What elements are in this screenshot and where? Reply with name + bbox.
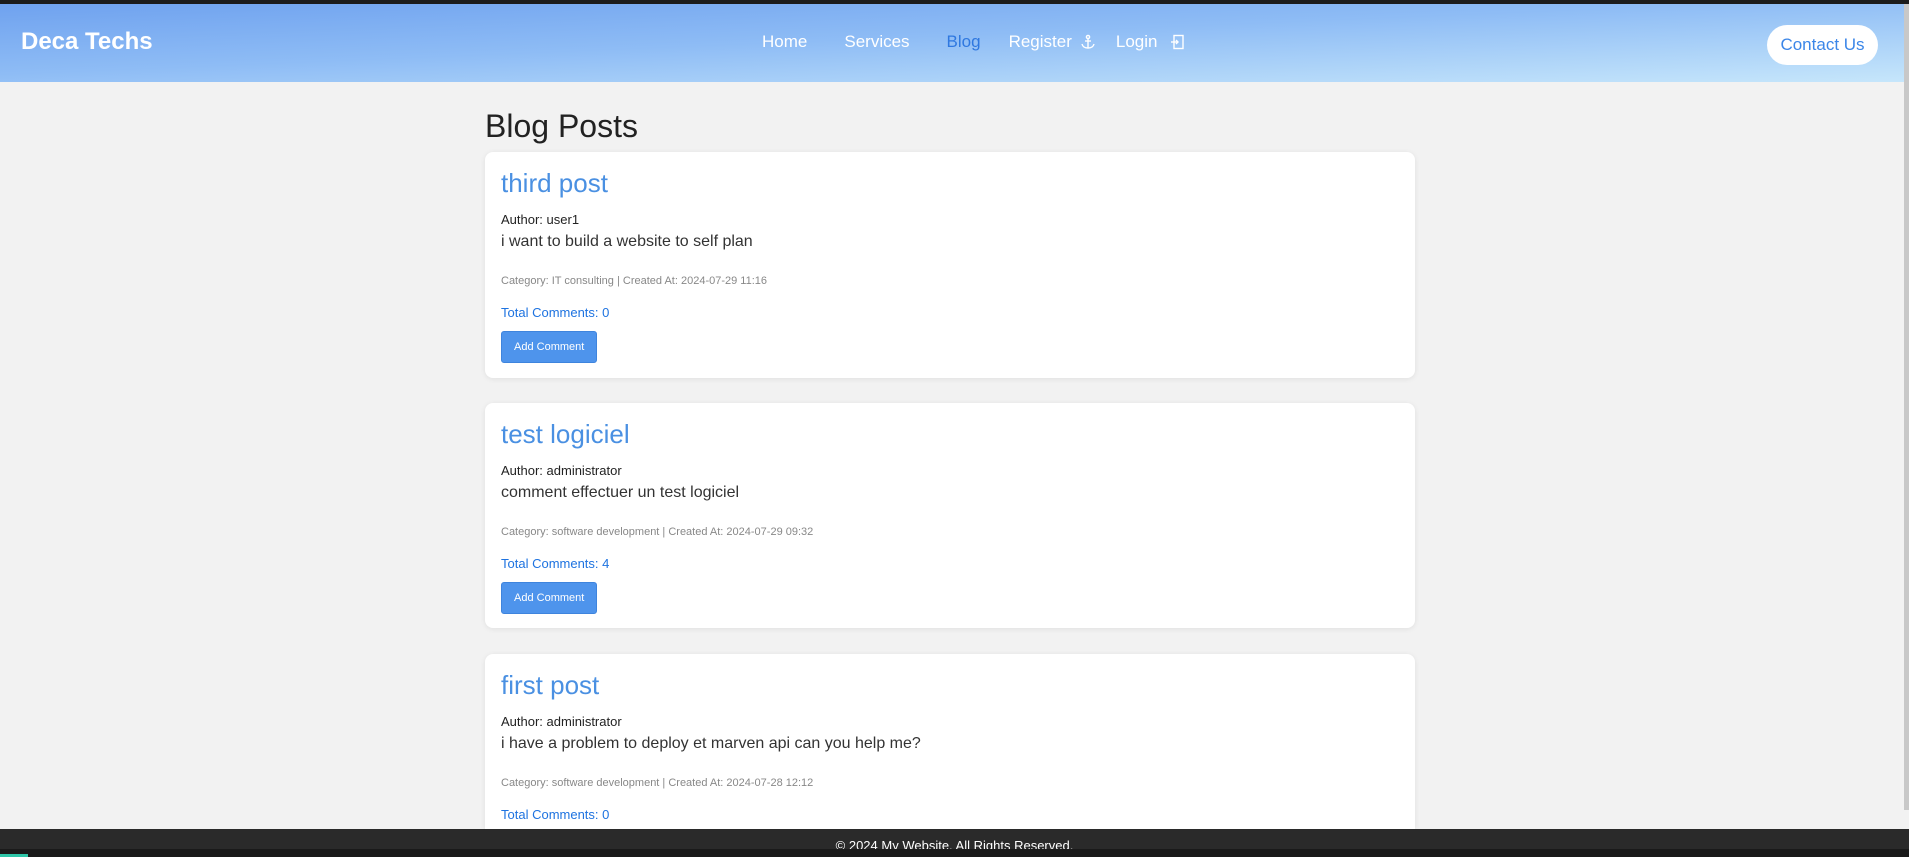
add-comment-button[interactable]: Add Comment xyxy=(501,582,598,614)
main-nav: Home Services Blog Register Login xyxy=(762,32,1186,52)
post-meta: Category: IT consulting | Created At: 20… xyxy=(501,275,768,287)
nav-register-link[interactable]: Register xyxy=(1009,32,1096,52)
post-content: i want to build a website to self plan xyxy=(501,233,753,250)
anchor-icon xyxy=(1081,34,1095,49)
post-author: Author: user1 xyxy=(501,212,580,227)
post-title-link[interactable]: third post xyxy=(501,168,1399,198)
nav-services-link[interactable]: Services xyxy=(844,32,909,52)
post-author: Author: administrator xyxy=(501,714,622,729)
navbar: Deca Techs Home Services Blog Register L… xyxy=(0,4,1904,82)
os-taskbar xyxy=(0,849,1909,857)
post-comments-count[interactable]: Total Comments: 0 xyxy=(501,305,1399,320)
nav-home-link[interactable]: Home xyxy=(762,32,807,52)
post-content: comment effectuer un test logiciel xyxy=(501,484,740,501)
page-scrollbar[interactable] xyxy=(1904,4,1909,810)
post-meta: Category: software development | Created… xyxy=(501,777,814,789)
post-meta: Category: software development | Created… xyxy=(501,526,814,538)
add-comment-button[interactable]: Add Comment xyxy=(501,331,598,363)
post-author: Author: administrator xyxy=(501,463,622,478)
brand-logo[interactable]: Deca Techs xyxy=(21,28,153,56)
login-door-icon xyxy=(1170,34,1184,50)
post-content: i have a problem to deploy et marven api… xyxy=(501,735,921,752)
blog-post-card: first post Author: administrator i have … xyxy=(485,654,1415,829)
post-comments-count[interactable]: Total Comments: 4 xyxy=(501,556,1399,571)
post-title-link[interactable]: first post xyxy=(501,670,1399,700)
nav-login-link[interactable]: Login xyxy=(1116,32,1186,52)
post-title-link[interactable]: test logiciel xyxy=(501,419,1399,449)
nav-login-label: Login xyxy=(1115,32,1158,51)
blog-post-card: test logiciel Author: administrator comm… xyxy=(485,403,1415,628)
nav-register-label: Register xyxy=(1008,32,1072,51)
blog-post-card: third post Author: user1 i want to build… xyxy=(485,152,1415,378)
nav-blog-link[interactable]: Blog xyxy=(947,32,981,52)
post-comments-count[interactable]: Total Comments: 0 xyxy=(501,807,1399,822)
page-title: Blog Posts xyxy=(485,108,638,144)
contact-us-button[interactable]: Contact Us xyxy=(1767,25,1878,65)
